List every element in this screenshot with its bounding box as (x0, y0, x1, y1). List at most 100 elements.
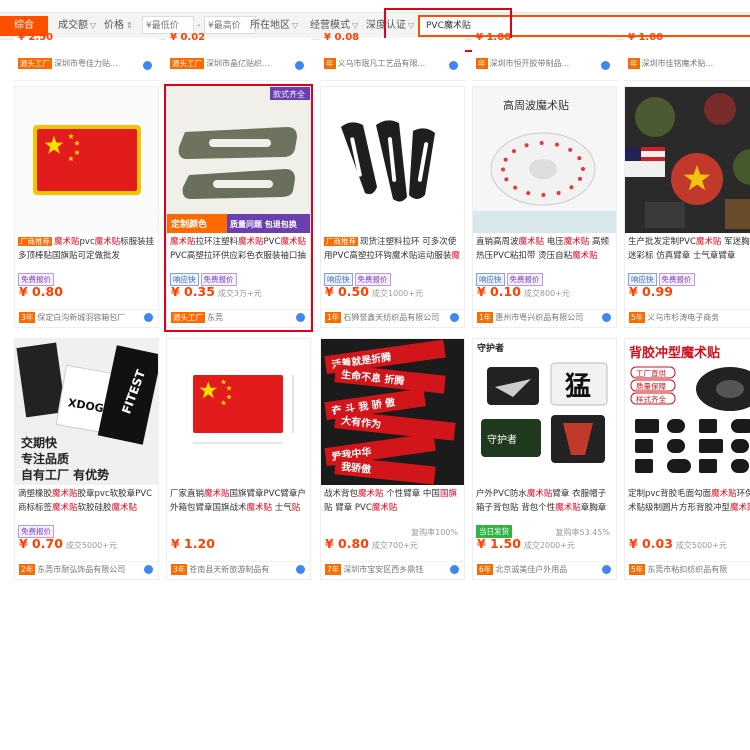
title-text: 贴 臂章 PVC (324, 503, 372, 513)
tab-volume[interactable]: 成交额 ▽ (58, 16, 96, 36)
keyword-highlight: 魔术贴 (730, 503, 750, 513)
product-card[interactable]: 厂家直销魔术贴国旗臂章PVC臂章户外箱包臂章国旗战术魔术贴 士气贴 ¥ 1.20… (166, 338, 311, 580)
partial-card[interactable]: ¥ 0.02 源头工厂 深圳市晶亿贴织... (166, 32, 311, 81)
shop-row[interactable]: 1年 石狮誉鑫天纺织品有限公司 (321, 309, 464, 326)
product-title[interactable]: 生产批发定制PVC魔术贴 军迷胸章 迷彩标 仿真臂章 士气章臂章 (628, 235, 750, 263)
product-price: ¥ 0.03 成交5000+元 (629, 536, 727, 551)
ribbon-text: 款式齐全 (273, 89, 305, 99)
svg-text:高周波魔术贴: 高周波魔术贴 (503, 98, 569, 112)
product-title[interactable]: 厂家直销魔术贴国旗臂章PVC臂章户外箱包臂章国旗战术魔术贴 士气贴 (170, 487, 308, 515)
shop-row[interactable]: 3年 苍南县天新旅游制品有 (167, 561, 310, 578)
partial-shop-name: 深圳市晶亿贴织... (206, 59, 270, 68)
shop-name: 东莞 (207, 313, 223, 322)
price-value: ¥ 0.50 (325, 284, 369, 299)
years-badge: 5年 (629, 312, 646, 323)
product-card[interactable]: 款式齐全 定制颜色 质量问题 包退包换 魔术贴拉环注塑料魔术贴PVC魔术贴PVC… (166, 86, 311, 328)
keyword-highlight: 魔术贴 (572, 251, 598, 261)
product-title[interactable]: 定制pvc背胶毛面勾面魔术贴环保魔术贴级制圆片方形背胶冲型魔术贴 (628, 487, 750, 515)
chat-icon[interactable] (296, 565, 305, 574)
shop-name: 北京诚美佳户外用品 (495, 565, 568, 574)
product-image[interactable]: 高周波魔术贴 (473, 87, 616, 233)
partial-card[interactable]: ¥ 2.50 源头工厂 深圳市粤佳力贴... (14, 32, 159, 81)
keyword-highlight: 魔术贴 (280, 237, 306, 247)
product-price: ¥ 0.35 成交3万+元 (171, 284, 262, 299)
chat-icon[interactable] (144, 565, 153, 574)
price-value: ¥ 0.10 (477, 284, 521, 299)
product-title[interactable]: 厂商推荐现货注塑料拉环 可多次使用PVC高塑拉环钩魔术贴运动服装魔术贴 (324, 235, 462, 263)
chat-icon[interactable] (449, 61, 458, 70)
partial-shop-row[interactable]: 年深圳市佳铭魔术贴... (624, 58, 750, 72)
price-max-input[interactable]: ¥最高价 (204, 16, 256, 34)
shop-row[interactable]: 3年 保定白沟新城羽容箱包厂 (15, 309, 158, 326)
product-card[interactable]: 守护者 猛 守护者 户外PVC防水魔术贴臂章 衣服帽子箱子背包贴 背包个性魔术贴… (472, 338, 617, 580)
shop-row[interactable]: 5年 义乌市杉涛电子商务 (625, 309, 750, 326)
chat-icon[interactable] (296, 313, 305, 322)
product-image[interactable]: 背胶冲型魔术贴 工厂直供 质量保障 样式齐全 (625, 339, 750, 485)
shop-row[interactable]: 5年 东莞市粘扣纺织品有限 (625, 561, 750, 578)
svg-text:守护者: 守护者 (477, 342, 504, 354)
price-value: ¥ 1.20 (171, 536, 215, 551)
partial-shop-row[interactable]: 源头工厂 深圳市粤佳力贴... (14, 58, 157, 72)
product-image[interactable]: 活着就是折腾 生命不息 折腾 奋 斗 我 骄 傲 大有作为 爱我中华 我骄傲 (321, 339, 464, 485)
product-title[interactable]: 战术背包魔术贴 个性臂章 中国国旗贴 臂章 PVC魔术贴 (324, 487, 462, 515)
years-badge: 源头工厂 (170, 58, 204, 69)
tab-price[interactable]: 价格 ⇕ (104, 16, 133, 36)
shop-row[interactable]: 1年 惠州市粤兴织品有限公司 (473, 309, 616, 326)
chat-icon[interactable] (602, 565, 611, 574)
product-image[interactable] (321, 87, 464, 233)
product-price: ¥ 1.50 成交2000+元 (477, 536, 575, 551)
years-badge: 1年 (325, 312, 342, 323)
keyword-highlight: 魔术贴 (563, 237, 590, 247)
certification-dropdown[interactable]: 深度认证 ▽ (366, 16, 414, 36)
svg-text:交期快: 交期快 (21, 435, 58, 450)
product-title[interactable]: 厂商推荐 魔术贴pvc魔术贴标服装挂多顶棒贴国旗贴可定做批发 (18, 235, 156, 263)
chevron-down-icon: ▽ (292, 21, 299, 30)
shop-row[interactable]: 6年 北京诚美佳户外用品 (473, 561, 616, 578)
product-card[interactable]: 生产批发定制PVC魔术贴 军迷胸章 迷彩标 仿真臂章 士气章臂章 响应快免费报价… (624, 86, 750, 328)
partial-shop-row[interactable]: 源头工厂 深圳市晶亿贴织... (166, 58, 309, 72)
product-card[interactable]: 活着就是折腾 生命不息 折腾 奋 斗 我 骄 傲 大有作为 爱我中华 我骄傲 战… (320, 338, 465, 580)
product-card[interactable]: XDOG FITEST 交期快 专注品质 自有工厂 有优势 滴塑橡胶魔术贴胶章p… (14, 338, 159, 580)
product-image[interactable] (625, 87, 750, 233)
product-title[interactable]: 魔术贴拉环注塑料魔术贴PVC魔术贴PVC高塑拉环供应彩色衣服装袖口抽环现货 (170, 235, 308, 263)
service-tags: 响应快 免费报价 (476, 267, 545, 286)
product-card[interactable]: 厂商推荐 魔术贴pvc魔术贴标服装挂多顶棒贴国旗贴可定做批发 免费报价 ¥ 0.8… (14, 86, 159, 328)
product-card[interactable]: 背胶冲型魔术贴 工厂直供质量保障样式齐全 定制pvc背胶毛面勾面魔术贴环保魔术贴… (624, 338, 750, 580)
product-image[interactable]: 款式齐全 定制颜色 质量问题 包退包换 (167, 87, 310, 233)
shop-name: 惠州市粤兴织品有限公司 (495, 313, 584, 322)
shop-row[interactable]: 7年 深圳市宝安区西乡鼎钰 (321, 561, 464, 578)
partial-shop-name: 深圳市佳铭魔术贴... (641, 59, 714, 68)
partial-shop-row[interactable]: 年义乌市珉凡工艺品有限... (320, 58, 463, 72)
search-input[interactable]: PVC魔术贴 (418, 15, 750, 37)
product-title[interactable]: 户外PVC防水魔术贴臂章 衣服帽子箱子背包贴 背包个性魔术贴章胸章 (476, 487, 614, 515)
chat-icon[interactable] (144, 313, 153, 322)
chat-icon[interactable] (143, 61, 152, 70)
shop-row[interactable]: 2年 东莞市耐弘饰品有限公司 (15, 561, 158, 578)
region-dropdown[interactable]: 所在地区 ▽ (250, 16, 298, 36)
chevron-down-icon: ⇕ (126, 21, 133, 30)
product-title[interactable]: 滴塑橡胶魔术贴胶章pvc软胶章PVC商标标签魔术贴软胶硅胶魔术贴 (18, 487, 156, 515)
product-image[interactable]: XDOG FITEST 交期快 专注品质 自有工厂 有优势 (15, 339, 158, 485)
chat-icon[interactable] (450, 313, 459, 322)
chat-icon[interactable] (295, 61, 304, 70)
shop-row[interactable]: 源头工厂 东莞 (167, 309, 310, 326)
product-image[interactable]: 守护者 猛 守护者 (473, 339, 616, 485)
partial-card[interactable]: ¥ 0.08 年义乌市珉凡工艺品有限... (320, 32, 465, 81)
keyword-highlight: 魔术贴 (204, 489, 230, 499)
partial-card[interactable]: ¥ 1.00 年深圳市恒开胶带制品... (472, 32, 617, 81)
partial-price: ¥ 2.50 (18, 32, 54, 43)
partial-card[interactable]: ¥ 1.00 年深圳市佳铭魔术贴... (624, 32, 750, 81)
chat-icon[interactable] (601, 61, 610, 70)
keyword-highlight: 魔术贴 (54, 237, 80, 247)
product-image[interactable] (167, 339, 310, 485)
title-text: 厂家直销 (170, 489, 205, 499)
svg-text:工厂直供: 工厂直供 (636, 368, 666, 378)
partial-shop-row[interactable]: 年深圳市恒开胶带制品... (472, 58, 615, 72)
product-image[interactable] (15, 87, 158, 233)
product-card[interactable]: 厂商推荐现货注塑料拉环 可多次使用PVC高塑拉环钩魔术贴运动服装魔术贴 响应快免… (320, 86, 465, 328)
product-title[interactable]: 直销高周波魔术贴 电压魔术贴 高频热压PVC粘扣带 烫压自粘魔术贴 (476, 235, 614, 263)
title-text: 滴塑橡胶 (18, 489, 53, 499)
chat-icon[interactable] (450, 565, 459, 574)
product-card[interactable]: 高周波魔术贴 直销高周波魔术贴 电压魔术贴 高频热压PVC粘扣带 烫压自粘魔术贴… (472, 86, 617, 328)
chat-icon[interactable] (602, 313, 611, 322)
